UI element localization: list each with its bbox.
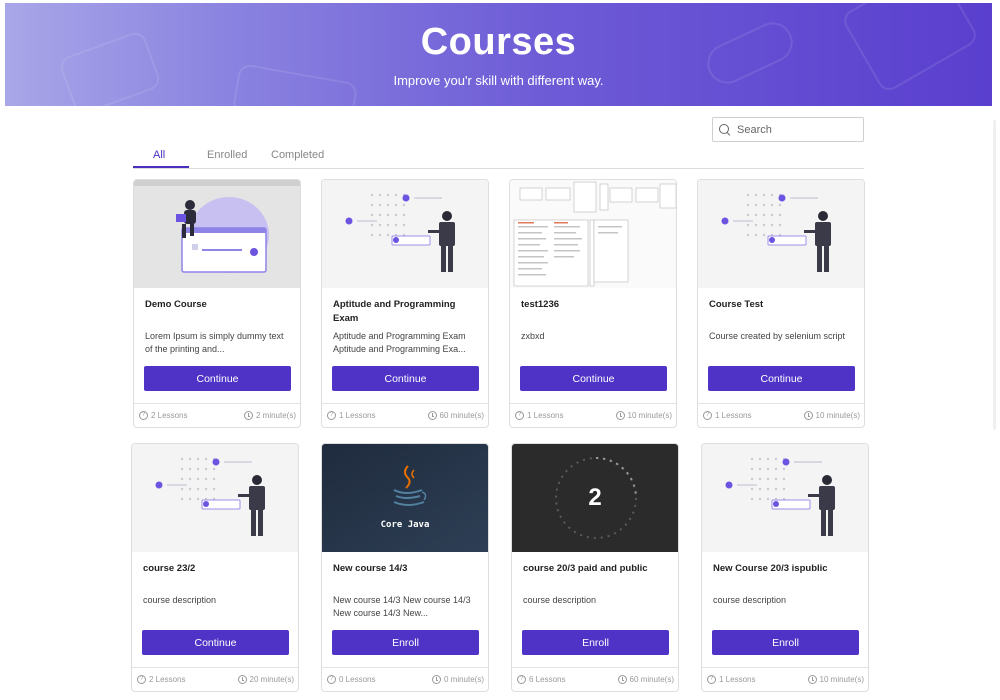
course-description: New course 14/3 New course 14/3 New cour… xyxy=(333,595,471,618)
course-title: New course 14/3 xyxy=(333,563,408,574)
course-card[interactable]: Core Java New course 14/3 New course 14/… xyxy=(321,443,489,692)
clock-icon xyxy=(243,411,253,420)
search-icon xyxy=(719,123,731,136)
lesson-count: 1 Lessons xyxy=(527,411,564,420)
clock-icon xyxy=(237,675,247,684)
course-title: Aptitude and Programming Exam xyxy=(333,299,456,324)
course-card[interactable]: New Course 20/3 ispublic course descript… xyxy=(701,443,869,692)
lesson-count: 0 Lessons xyxy=(339,675,376,684)
course-description: zxbxd xyxy=(521,331,545,341)
search-box[interactable] xyxy=(712,117,864,142)
page-title: Courses xyxy=(420,21,577,63)
tab-all[interactable]: All xyxy=(153,149,165,161)
continue-button[interactable]: Continue xyxy=(144,366,291,391)
course-footer: ? 2 Lessons 20 minute(s) xyxy=(132,667,298,691)
course-card[interactable]: Demo Course Lorem Ipsum is simply dummy … xyxy=(133,179,301,428)
course-duration: 20 minute(s) xyxy=(249,675,294,684)
page-scrollbar[interactable] xyxy=(993,120,996,430)
course-footer: ? 1 Lessons 10 minute(s) xyxy=(510,403,676,427)
course-description: course description xyxy=(143,595,217,605)
course-thumbnail xyxy=(702,444,868,552)
course-footer: ? 6 Lessons 60 minute(s) xyxy=(512,667,678,691)
course-card[interactable]: 2 course 20/3 paid and public course des… xyxy=(511,443,679,692)
course-footer: ? 1 Lessons 60 minute(s) xyxy=(322,403,488,427)
course-title: Course Test xyxy=(709,299,764,310)
help-circle-icon: ? xyxy=(703,411,712,420)
help-circle-icon: ? xyxy=(327,411,336,420)
course-thumbnail xyxy=(322,180,488,288)
course-thumbnail xyxy=(134,180,300,288)
help-circle-icon: ? xyxy=(515,411,524,420)
course-title: course 23/2 xyxy=(143,563,196,574)
course-description: Aptitude and Programming Exam Aptitude a… xyxy=(333,331,466,354)
course-duration: 60 minute(s) xyxy=(629,675,674,684)
help-circle-icon: ? xyxy=(137,675,146,684)
clock-icon xyxy=(431,675,441,684)
page-subtitle: Improve you'r skill with different way. xyxy=(393,73,604,88)
course-duration: 2 minute(s) xyxy=(255,411,296,420)
lesson-count: 6 Lessons xyxy=(529,675,566,684)
clock-icon xyxy=(427,411,437,420)
course-title: New Course 20/3 ispublic xyxy=(713,563,828,574)
course-footer: ? 0 Lessons 0 minute(s) xyxy=(322,667,488,691)
tab-completed[interactable]: Completed xyxy=(271,149,324,161)
lesson-count: 2 Lessons xyxy=(151,411,188,420)
help-circle-icon: ? xyxy=(517,675,526,684)
course-description: Course created by selenium script xyxy=(709,331,846,341)
course-duration: 10 minute(s) xyxy=(815,411,860,420)
course-card[interactable]: Course Test Course created by selenium s… xyxy=(697,179,865,428)
course-description: course description xyxy=(523,595,597,605)
tab-enrolled[interactable]: Enrolled xyxy=(207,149,247,161)
course-thumbnail xyxy=(698,180,864,288)
clock-icon xyxy=(615,411,625,420)
clock-icon xyxy=(617,675,627,684)
course-card[interactable]: test1236 zxbxd Continue ? 1 Lessons 10 mi… xyxy=(509,179,677,428)
lesson-count: 1 Lessons xyxy=(715,411,752,420)
course-title: test1236 xyxy=(521,299,560,310)
enroll-button[interactable]: Enroll xyxy=(712,630,859,655)
clock-icon xyxy=(803,411,813,420)
course-card[interactable]: course 23/2 course description Continue … xyxy=(131,443,299,692)
continue-button[interactable]: Continue xyxy=(332,366,479,391)
course-duration: 10 minute(s) xyxy=(627,411,672,420)
course-thumbnail: Core Java xyxy=(322,444,488,552)
countdown-number: 2 xyxy=(588,484,602,511)
course-footer: ? 1 Lessons 10 minute(s) xyxy=(702,667,868,691)
clock-icon xyxy=(807,675,817,684)
lesson-count: 2 Lessons xyxy=(149,675,186,684)
course-footer: ? 1 Lessons 10 minute(s) xyxy=(698,403,864,427)
course-duration: 60 minute(s) xyxy=(439,411,484,420)
course-footer: ? 2 Lessons 2 minute(s) xyxy=(134,403,300,427)
course-card[interactable]: Aptitude and Programming Exam Aptitude a… xyxy=(321,179,489,428)
enroll-button[interactable]: Enroll xyxy=(522,630,669,655)
help-circle-icon: ? xyxy=(139,411,148,420)
course-thumbnail xyxy=(510,180,676,288)
active-tab-indicator xyxy=(133,166,189,168)
course-filter-tabs: All Enrolled Completed xyxy=(133,146,864,169)
thumbnail-caption: Core Java xyxy=(380,520,430,530)
search-input[interactable] xyxy=(737,123,857,136)
hero-banner: Courses Improve you'r skill with differe… xyxy=(5,3,992,106)
help-circle-icon: ? xyxy=(707,675,716,684)
course-title: Demo Course xyxy=(145,299,207,310)
course-thumbnail: 2 xyxy=(512,444,678,552)
continue-button[interactable]: Continue xyxy=(142,630,289,655)
lesson-count: 1 Lessons xyxy=(339,411,376,420)
help-circle-icon: ? xyxy=(327,675,336,684)
course-duration: 10 minute(s) xyxy=(819,675,864,684)
course-description: Lorem Ipsum is simply dummy text of the … xyxy=(145,331,284,354)
enroll-button[interactable]: Enroll xyxy=(332,630,479,655)
course-title: course 20/3 paid and public xyxy=(523,563,648,574)
course-description: course description xyxy=(713,595,787,605)
continue-button[interactable]: Continue xyxy=(708,366,855,391)
lesson-count: 1 Lessons xyxy=(719,675,756,684)
course-duration: 0 minute(s) xyxy=(443,675,484,684)
course-thumbnail xyxy=(132,444,298,552)
continue-button[interactable]: Continue xyxy=(520,366,667,391)
